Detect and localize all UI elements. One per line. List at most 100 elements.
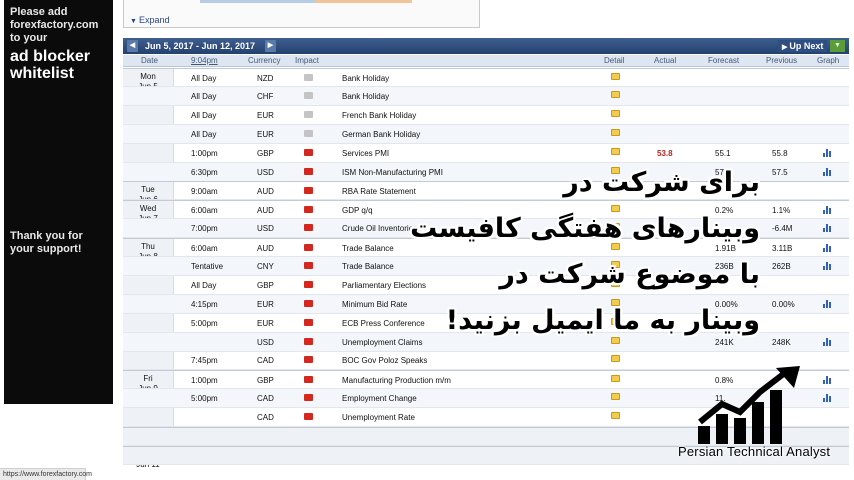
event-time: 6:30pm [191,168,218,177]
event-actual: 53.8 [657,149,673,158]
bar-chart-icon[interactable] [823,223,832,232]
top-pane-orange [316,0,412,3]
calendar-row[interactable]: All Day EUR German Bank Holiday [123,125,849,144]
folder-icon[interactable] [611,393,620,400]
event-currency: USD [257,224,274,233]
impact-icon [304,244,313,251]
impact-icon [304,149,313,156]
impact-icon [304,74,313,81]
calendar-header-bar: ◀ Jun 5, 2017 - Jun 12, 2017 ▶ ▶ Up Next… [123,38,849,54]
event-currency: USD [257,168,274,177]
event-previous: 57.5 [772,168,788,177]
event-time: 1:00pm [191,376,218,385]
folder-icon[interactable] [611,148,620,155]
bar-chart-icon[interactable] [823,375,832,384]
event-title[interactable]: German Bank Holiday [342,130,420,139]
event-time: 5:00pm [191,394,218,403]
event-title[interactable]: Employment Change [342,394,417,403]
event-currency: USD [257,338,274,347]
ad-heading-1: ad blocker [10,48,91,65]
event-title[interactable]: Services PMI [342,149,389,158]
ad-line-2[interactable]: forexfactory.com [10,19,107,32]
event-time: 7:45pm [191,356,218,365]
ad-thanks-line-2: your support! [10,243,82,255]
event-title[interactable]: Bank Holiday [342,74,389,83]
event-previous: 0.00% [772,300,795,309]
bar-chart-icon[interactable] [823,261,832,270]
event-time: All Day [191,130,217,139]
chevron-right-icon: ▶ [267,42,274,49]
bar-chart-icon[interactable] [823,299,832,308]
folder-icon[interactable] [611,375,620,382]
bar-chart-icon[interactable] [823,148,832,157]
event-currency: CAD [257,356,274,365]
col-forecast: Forecast [708,56,740,65]
event-currency: CNY [257,262,274,271]
folder-icon[interactable] [611,355,620,362]
impact-icon [304,300,313,307]
col-graph: Graph [817,56,840,65]
overlay-line-2: وبینارهای هفتگی کافیست [410,213,760,244]
impact-icon [304,206,313,213]
impact-icon [304,413,313,420]
event-time: 1:00pm [191,149,218,158]
folder-icon[interactable] [611,129,620,136]
screen: Please add forexfactory.com to your ad b… [0,0,854,480]
event-currency: AUD [257,244,274,253]
impact-icon [304,130,313,137]
col-currency: Currency [248,56,281,65]
event-time: 7:00pm [191,224,218,233]
calendar-row[interactable]: All Day EUR French Bank Holiday [123,106,849,125]
event-currency: AUD [257,206,274,215]
impact-icon [304,281,313,288]
folder-icon[interactable] [611,73,620,80]
event-title[interactable]: Bank Holiday [342,92,389,101]
impact-icon [304,319,313,326]
col-time[interactable]: 9:04pm [191,56,218,65]
filter-icon: ▼ [834,42,841,49]
ad-thanks: Thank you for your support! [10,230,83,256]
calendar-row[interactable]: All Day NZD Bank Holiday [123,68,849,87]
filter-button[interactable]: ▼ [830,40,845,52]
event-time: All Day [191,74,217,83]
event-title[interactable]: Manufacturing Production m/m [342,376,451,385]
event-forecast: 55.1 [715,149,731,158]
bar-chart-icon[interactable] [823,337,832,346]
bar-chart-icon[interactable] [823,205,832,214]
up-next-button[interactable]: ▶ Up Next [778,40,828,52]
impact-icon [304,92,313,99]
event-previous: 248K [772,338,791,347]
ad-heading-2: whitelist [10,65,75,82]
event-title[interactable]: Unemployment Rate [342,413,415,422]
event-previous: 1.1% [772,206,791,215]
event-currency: AUD [257,187,274,196]
ad-line-1: Please add [10,6,68,18]
event-currency: GBP [257,149,274,158]
col-detail: Detail [604,56,625,65]
bar-chart-icon[interactable] [823,167,832,176]
event-time: All Day [191,111,217,120]
event-title[interactable]: French Bank Holiday [342,111,416,120]
impact-icon [304,224,313,231]
event-currency: NZD [257,74,274,83]
top-panel: ▼ Expand [123,0,480,28]
event-currency: EUR [257,130,274,139]
ad-thanks-line-1: Thank you for [10,230,83,242]
event-currency: GBP [257,281,274,290]
col-previous: Previous [766,56,798,65]
ad-blocker-panel: Please add forexfactory.com to your ad b… [4,0,113,404]
expand-link[interactable]: ▼ Expand [130,15,169,25]
prev-week-button[interactable]: ◀ [127,40,138,52]
bar-chart-icon[interactable] [823,243,832,252]
folder-icon[interactable] [611,91,620,98]
event-time: 9:00am [191,187,218,196]
webinar-overlay-text: برای شرکت در وبینارهای هفتگی کافیست با م… [360,160,760,344]
folder-icon[interactable] [611,412,620,419]
calendar-row[interactable]: All Day CHF Bank Holiday [123,87,849,106]
next-week-button[interactable]: ▶ [265,40,276,52]
folder-icon[interactable] [611,110,620,117]
col-date: Date [141,56,158,65]
event-title[interactable]: BOC Gov Poloz Speaks [342,356,427,365]
event-currency: EUR [257,300,274,309]
bar-chart-icon[interactable] [823,393,832,402]
